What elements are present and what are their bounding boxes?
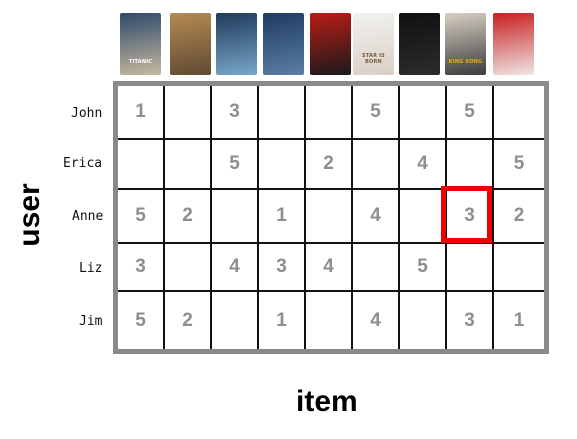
rating-cell: 1 bbox=[259, 190, 306, 244]
movie-poster-4 bbox=[263, 13, 304, 75]
rating-cell bbox=[259, 140, 306, 190]
rating-cell bbox=[400, 292, 447, 349]
movie-poster-9 bbox=[493, 13, 534, 75]
rating-cell: 5 bbox=[447, 86, 494, 140]
rating-cell: 2 bbox=[494, 190, 544, 244]
rating-cell bbox=[212, 190, 259, 244]
rating-cell: 5 bbox=[494, 140, 544, 190]
rating-cell bbox=[259, 86, 306, 140]
rating-cell: 3 bbox=[118, 244, 165, 292]
rating-cell bbox=[212, 292, 259, 349]
rating-cell: 5 bbox=[353, 86, 400, 140]
rating-cell: 4 bbox=[212, 244, 259, 292]
rating-cell: 4 bbox=[353, 292, 400, 349]
movie-poster-5 bbox=[310, 13, 351, 75]
rating-cell: 3 bbox=[212, 86, 259, 140]
rating-cell: 5 bbox=[212, 140, 259, 190]
rating-cell bbox=[118, 140, 165, 190]
rating-cell bbox=[400, 190, 447, 244]
rating-cell bbox=[447, 140, 494, 190]
movie-poster-8: KING KONG bbox=[445, 13, 486, 75]
rating-cell: 2 bbox=[165, 190, 212, 244]
rating-cell: 5 bbox=[118, 292, 165, 349]
rating-cell bbox=[165, 244, 212, 292]
rating-cell bbox=[494, 244, 544, 292]
rating-cell bbox=[353, 244, 400, 292]
rating-cell: 3 bbox=[259, 244, 306, 292]
x-axis-label: item bbox=[296, 385, 358, 418]
y-axis-label: user bbox=[0, 183, 60, 247]
movie-poster-title: KING KONG bbox=[448, 59, 483, 65]
rating-cell: 4 bbox=[306, 244, 353, 292]
movie-poster-7 bbox=[399, 13, 440, 75]
rating-cell: 2 bbox=[306, 140, 353, 190]
movie-poster-title: TITANIC bbox=[128, 59, 153, 65]
rating-cell: 1 bbox=[513, 309, 525, 331]
rating-cell bbox=[306, 292, 353, 349]
rating-cell: 5 bbox=[118, 190, 165, 244]
rating-cell bbox=[306, 190, 353, 244]
rating-cell bbox=[306, 86, 353, 140]
movie-poster-1: TITANIC bbox=[120, 13, 161, 75]
rating-cell: 5 bbox=[400, 244, 447, 292]
rating-cell: 1 bbox=[259, 292, 306, 349]
rating-cell: 4 bbox=[353, 190, 400, 244]
rating-cell: 1 bbox=[118, 86, 165, 140]
rating-cell bbox=[165, 86, 212, 140]
highlighted-rating-box bbox=[441, 186, 492, 243]
movie-poster-2 bbox=[170, 13, 211, 75]
rating-cell: 4 bbox=[400, 140, 447, 190]
rating-cell bbox=[447, 244, 494, 292]
movie-poster-6: STAR IS BORN bbox=[353, 13, 394, 75]
rating-cell bbox=[494, 86, 544, 140]
movie-poster-title: STAR IS BORN bbox=[362, 53, 385, 65]
rating-cell: 3 bbox=[447, 292, 494, 349]
user-label-erica: Erica bbox=[63, 156, 103, 171]
rating-cell bbox=[353, 140, 400, 190]
movie-poster-3 bbox=[216, 13, 257, 75]
rating-cell: 2 bbox=[165, 292, 212, 349]
y-axis-label-text: user bbox=[13, 183, 46, 247]
rating-cell bbox=[400, 86, 447, 140]
rating-cell bbox=[165, 140, 212, 190]
